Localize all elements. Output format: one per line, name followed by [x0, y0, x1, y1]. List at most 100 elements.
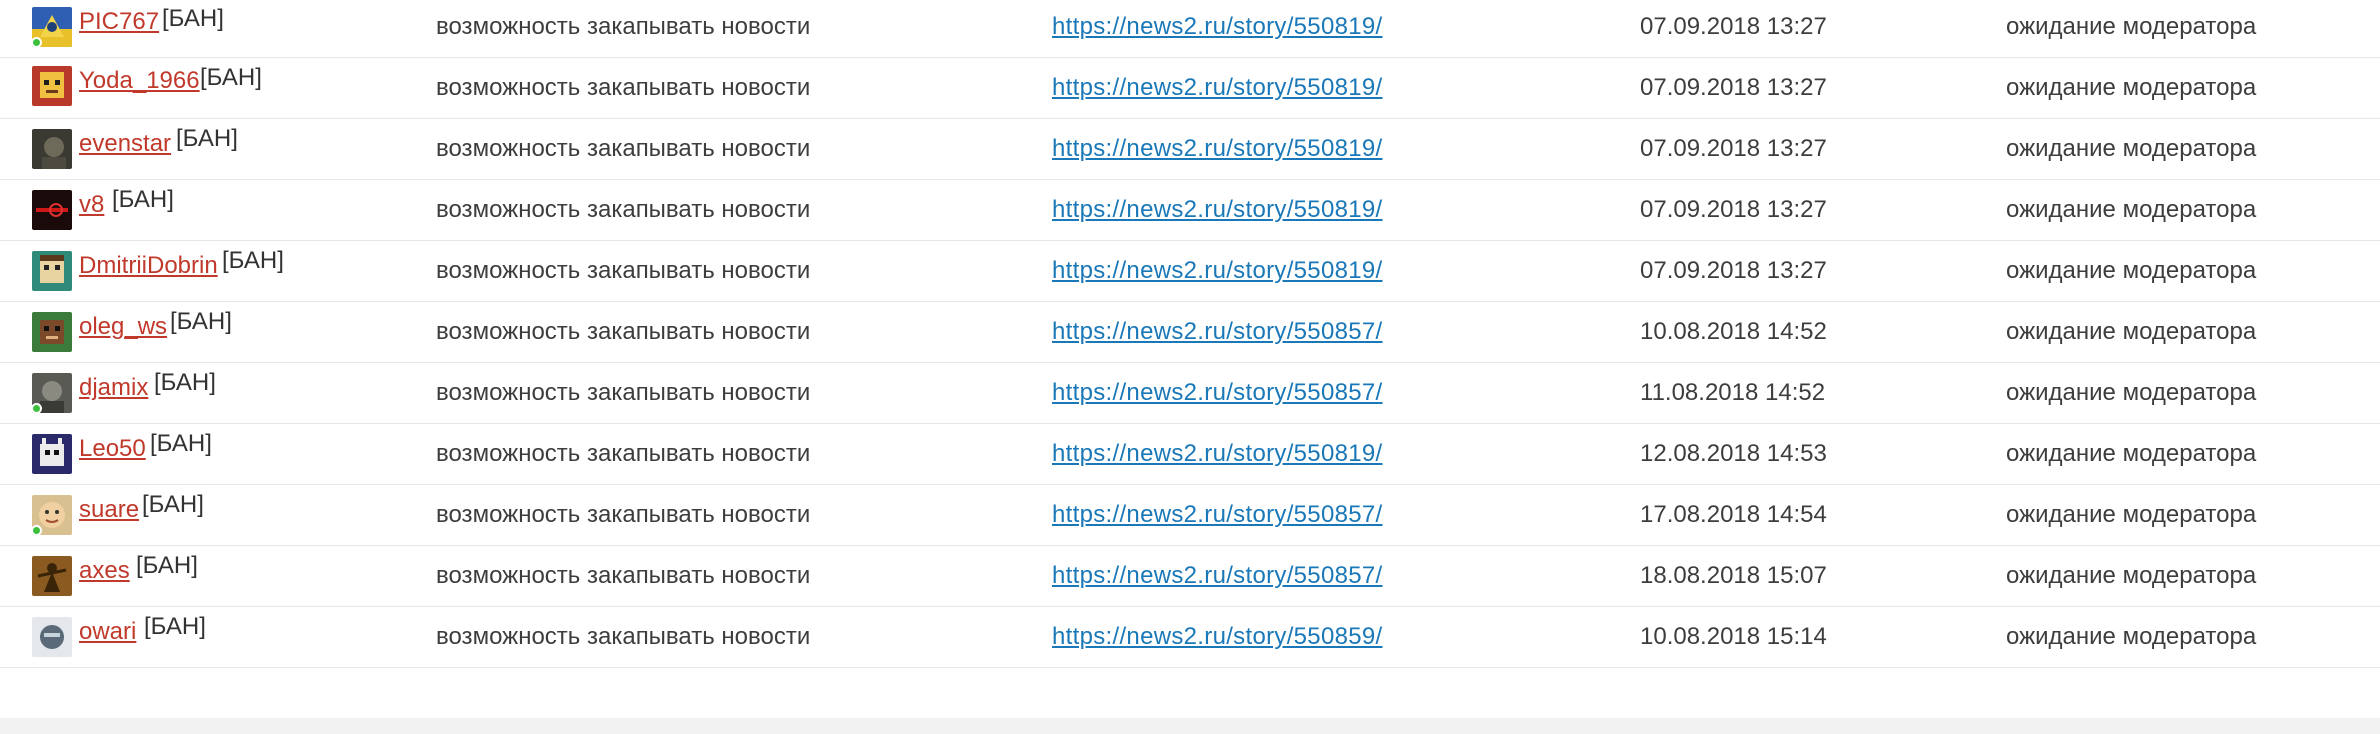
story-link[interactable]: https://news2.ru/story/550857/ [1052, 500, 1383, 530]
date-text: 07.09.2018 13:27 [1640, 135, 1827, 162]
user-avatar[interactable] [32, 434, 72, 474]
user-avatar[interactable] [32, 251, 72, 291]
date-text: 12.08.2018 14:53 [1640, 440, 1827, 467]
ban-label: [БАН] [144, 613, 206, 640]
date-text: 10.08.2018 14:52 [1640, 318, 1827, 345]
action-text: возможность закапывать новости [436, 379, 811, 406]
table-row: suare [БАН] возможность закапывать новос… [0, 485, 2380, 546]
table-row: axes [БАН] возможность закапывать новост… [0, 546, 2380, 607]
status-text: ожидание модератора [2006, 623, 2257, 650]
ban-label: [БАН] [136, 552, 198, 579]
date-text: 18.08.2018 15:07 [1640, 562, 1827, 589]
table-row: PIC767 [БАН] возможность закапывать ново… [0, 0, 2380, 58]
user-avatar[interactable] [32, 617, 72, 657]
table-row: Yoda_1966 [БАН] возможность закапывать н… [0, 58, 2380, 119]
action-text: возможность закапывать новости [436, 501, 811, 528]
user-avatar[interactable] [32, 190, 72, 230]
date-text: 10.08.2018 15:14 [1640, 623, 1827, 650]
user-avatar[interactable] [31, 373, 72, 414]
user-avatar[interactable] [31, 495, 72, 536]
action-text: возможность закапывать новости [436, 13, 811, 40]
date-text: 07.09.2018 13:27 [1640, 74, 1827, 101]
avatar-image [32, 617, 72, 657]
status-text: ожидание модератора [2006, 501, 2257, 528]
ban-label: [БАН] [150, 430, 212, 457]
ban-label: [БАН] [142, 491, 204, 518]
story-link[interactable]: https://news2.ru/story/550859/ [1052, 622, 1383, 652]
date-text: 07.09.2018 13:27 [1640, 196, 1827, 223]
username-link[interactable]: axes [79, 556, 130, 586]
table-row: owari [БАН] возможность закапывать новос… [0, 607, 2380, 668]
action-text: возможность закапывать новости [436, 623, 811, 650]
username-link[interactable]: DmitriiDobrin [79, 251, 218, 281]
avatar-image [32, 190, 72, 230]
username-link[interactable]: suare [79, 495, 139, 525]
username-link[interactable]: PIC767 [79, 7, 159, 37]
action-text: возможность закапывать новости [436, 318, 811, 345]
user-avatar[interactable] [32, 556, 72, 596]
ban-label: [БАН] [112, 186, 174, 213]
story-link[interactable]: https://news2.ru/story/550819/ [1052, 12, 1383, 42]
avatar-image [32, 312, 72, 352]
moderation-table: PIC767 [БАН] возможность закапывать ново… [0, 0, 2380, 668]
username-link[interactable]: oleg_ws [79, 312, 167, 342]
story-link[interactable]: https://news2.ru/story/550857/ [1052, 378, 1383, 408]
status-text: ожидание модератора [2006, 74, 2257, 101]
ban-label: [БАН] [176, 125, 238, 152]
action-text: возможность закапывать новости [436, 135, 811, 162]
date-text: 17.08.2018 14:54 [1640, 501, 1827, 528]
table-row: oleg_ws [БАН] возможность закапывать нов… [0, 302, 2380, 363]
username-link[interactable]: djamix [79, 373, 148, 403]
action-text: возможность закапывать новости [436, 74, 811, 101]
story-link[interactable]: https://news2.ru/story/550857/ [1052, 561, 1383, 591]
username-link[interactable]: v8 [79, 190, 104, 220]
story-link[interactable]: https://news2.ru/story/550819/ [1052, 134, 1383, 164]
user-avatar[interactable] [32, 66, 72, 106]
user-avatar[interactable] [32, 129, 72, 169]
ban-label: [БАН] [222, 247, 284, 274]
avatar-image [32, 251, 72, 291]
status-text: ожидание модератора [2006, 196, 2257, 223]
status-text: ожидание модератора [2006, 440, 2257, 467]
online-status-icon [31, 403, 42, 414]
story-link[interactable]: https://news2.ru/story/550819/ [1052, 195, 1383, 225]
status-text: ожидание модератора [2006, 257, 2257, 284]
action-text: возможность закапывать новости [436, 562, 811, 589]
username-link[interactable]: Yoda_1966 [79, 66, 200, 96]
status-text: ожидание модератора [2006, 318, 2257, 345]
table-row: djamix [БАН] возможность закапывать ново… [0, 363, 2380, 424]
status-text: ожидание модератора [2006, 379, 2257, 406]
date-text: 07.09.2018 13:27 [1640, 257, 1827, 284]
table-row: v8 [БАН] возможность закапывать новости … [0, 180, 2380, 241]
ban-label: [БАН] [154, 369, 216, 396]
story-link[interactable]: https://news2.ru/story/550819/ [1052, 439, 1383, 469]
user-avatar[interactable] [32, 312, 72, 352]
online-status-icon [31, 37, 42, 48]
avatar-image [32, 129, 72, 169]
date-text: 07.09.2018 13:27 [1640, 13, 1827, 40]
status-text: ожидание модератора [2006, 562, 2257, 589]
username-link[interactable]: owari [79, 617, 136, 647]
story-link[interactable]: https://news2.ru/story/550819/ [1052, 73, 1383, 103]
story-link[interactable]: https://news2.ru/story/550819/ [1052, 256, 1383, 286]
avatar-image [32, 66, 72, 106]
username-link[interactable]: Leo50 [79, 434, 146, 464]
avatar-image [32, 556, 72, 596]
story-link[interactable]: https://news2.ru/story/550857/ [1052, 317, 1383, 347]
action-text: возможность закапывать новости [436, 257, 811, 284]
online-status-icon [31, 525, 42, 536]
table-row: DmitriiDobrin [БАН] возможность закапыва… [0, 241, 2380, 302]
status-text: ожидание модератора [2006, 13, 2257, 40]
table-row: evenstar [БАН] возможность закапывать но… [0, 119, 2380, 180]
avatar-image [32, 434, 72, 474]
user-avatar[interactable] [31, 7, 72, 48]
action-text: возможность закапывать новости [436, 440, 811, 467]
ban-label: [БАН] [170, 308, 232, 335]
table-row: Leo50 [БАН] возможность закапывать новос… [0, 424, 2380, 485]
username-link[interactable]: evenstar [79, 129, 171, 159]
ban-label: [БАН] [200, 64, 262, 91]
action-text: возможность закапывать новости [436, 196, 811, 223]
footer-band [0, 718, 2380, 734]
status-text: ожидание модератора [2006, 135, 2257, 162]
date-text: 11.08.2018 14:52 [1640, 379, 1826, 406]
